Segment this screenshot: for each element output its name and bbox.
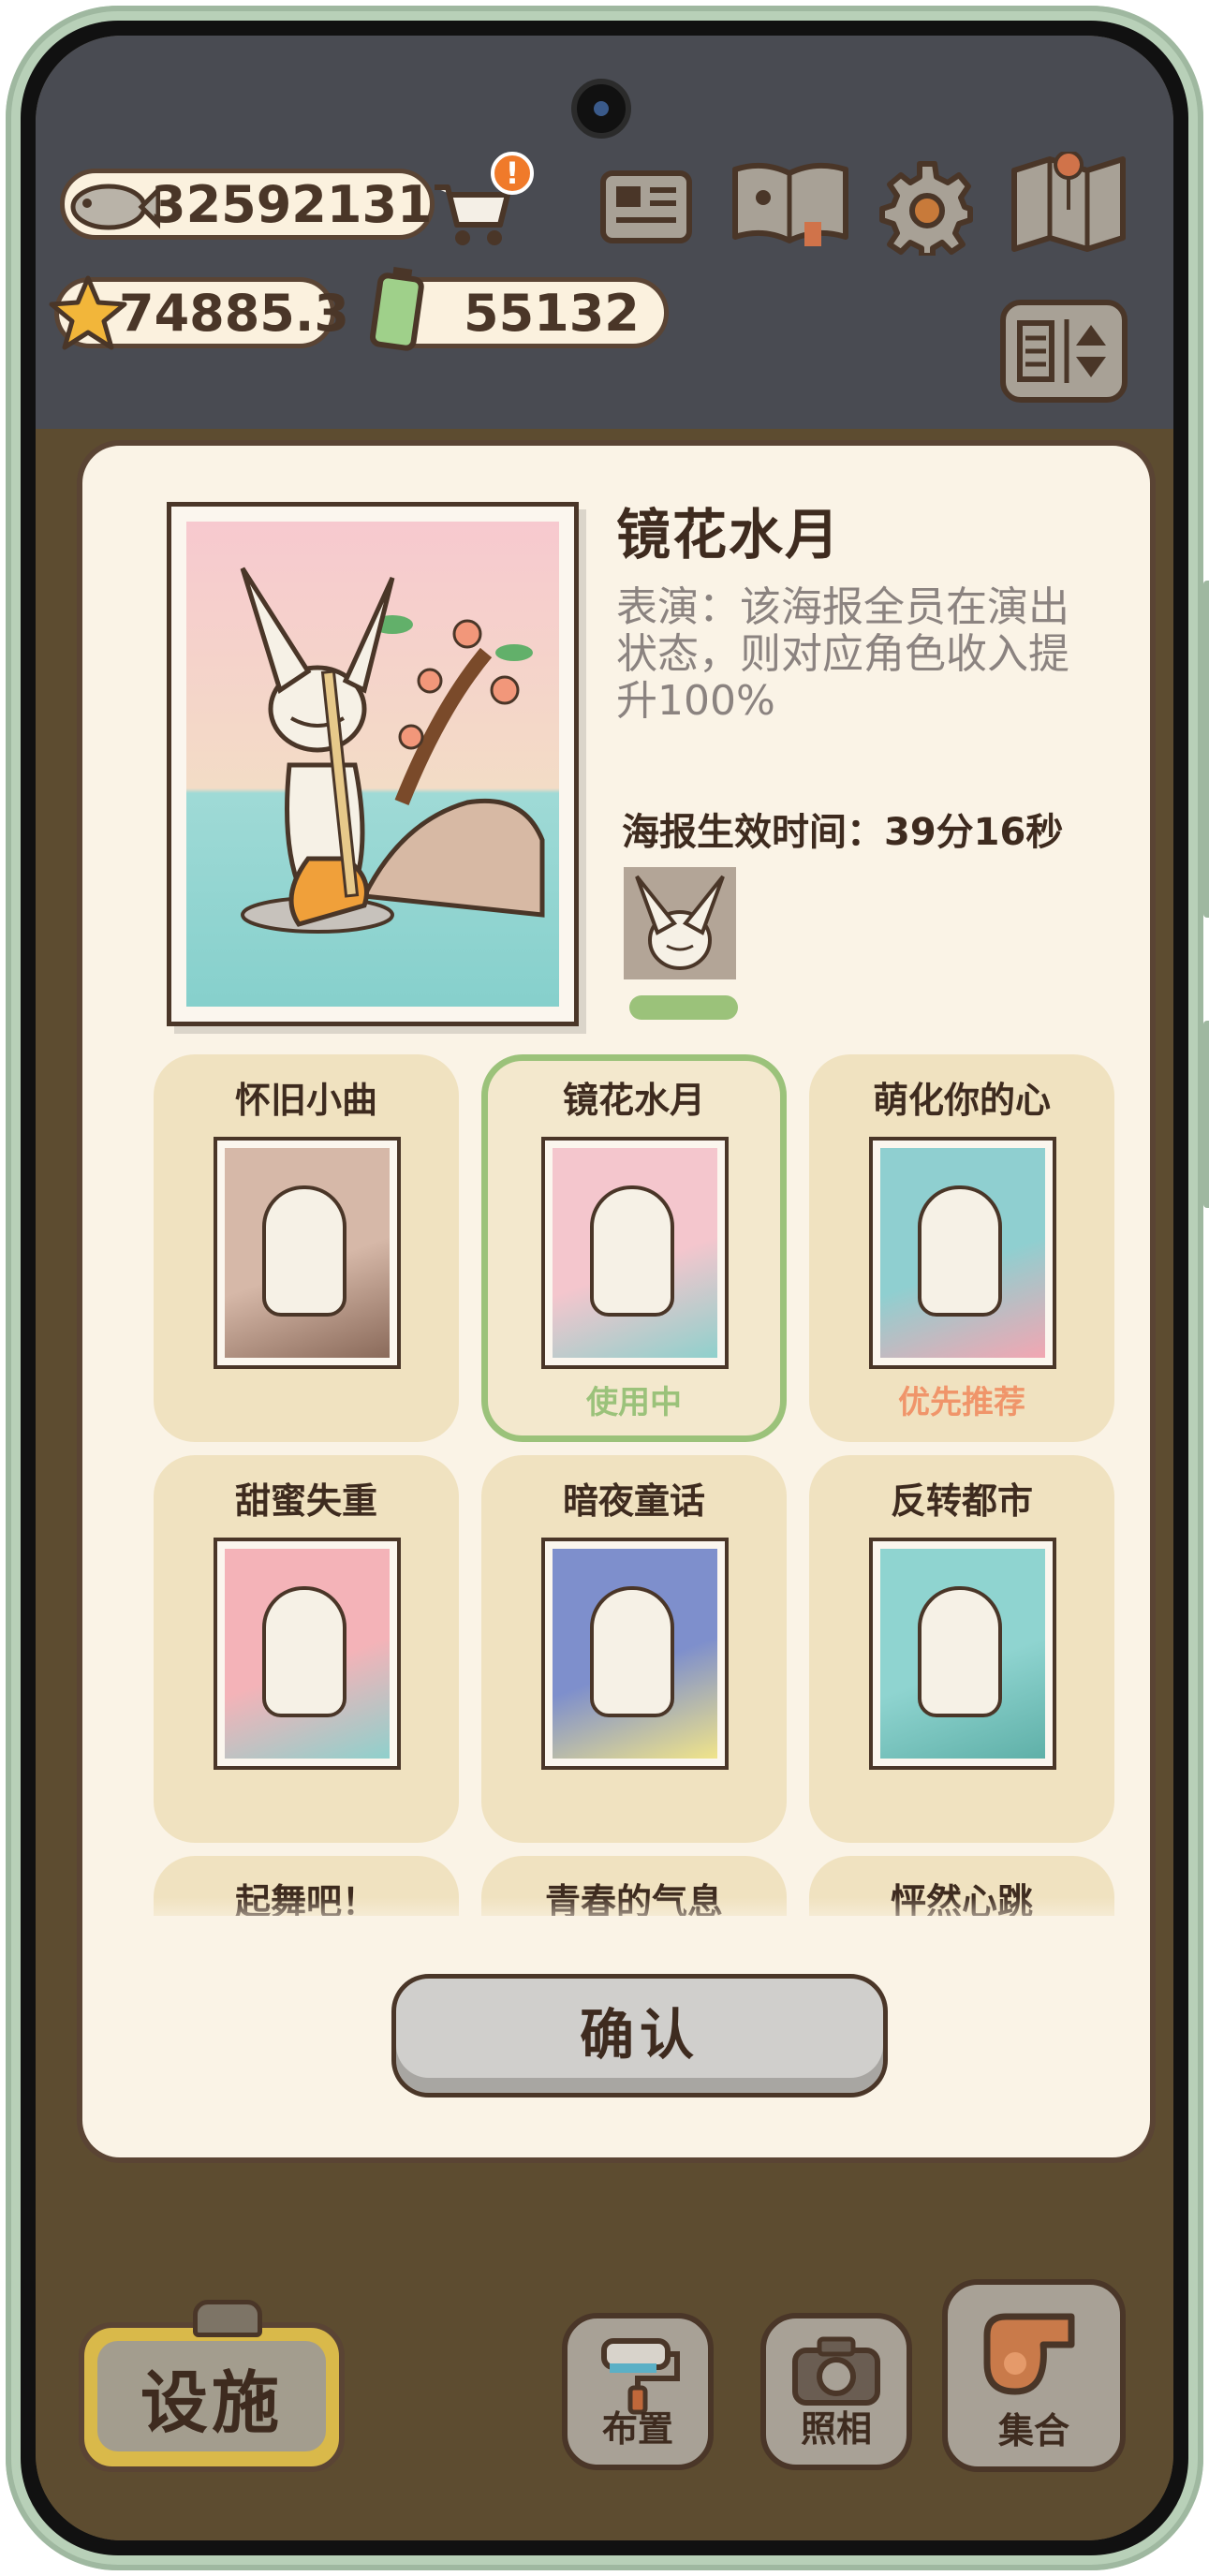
album-button[interactable] — [725, 152, 856, 255]
character-avatar — [624, 867, 736, 979]
layout-button[interactable]: 布置 — [562, 2313, 714, 2470]
poster-thumbnail — [541, 1137, 729, 1369]
poster-thumbnail-art — [225, 1549, 390, 1759]
front-camera — [571, 79, 631, 139]
star-currency: 74885.3 — [49, 275, 349, 350]
poster-thumbnail-art — [553, 1148, 717, 1358]
poster-card-title: 反转都市 — [890, 1480, 1033, 1522]
poster-thumbnail — [214, 1137, 401, 1369]
newspaper-icon — [600, 170, 692, 243]
poster-thumbnail — [869, 1137, 1056, 1369]
poster-artwork — [186, 522, 559, 1007]
poster-card[interactable]: 暗夜童话 — [481, 1455, 787, 1843]
notification-badge: ! — [491, 152, 534, 195]
star-icon — [49, 275, 127, 350]
poster-card[interactable]: 怀旧小曲 — [154, 1054, 459, 1442]
power-button — [1203, 1021, 1209, 1208]
fish-icon — [70, 184, 160, 230]
poster-card-title: 暗夜童话 — [562, 1480, 705, 1522]
photo-button[interactable]: 照相 — [760, 2313, 912, 2470]
poster-effect-description: 表演：该海报全员在演出状态，则对应角色收入提升100% — [616, 583, 1069, 725]
newspaper-button[interactable] — [590, 155, 702, 258]
star-count: 74885.3 — [119, 284, 349, 343]
character-status-bar — [629, 995, 738, 1020]
settings-button[interactable] — [871, 155, 983, 258]
poster-thumbnail — [214, 1538, 401, 1770]
poster-card[interactable]: 反转都市 — [809, 1455, 1114, 1843]
gear-icon — [879, 161, 973, 256]
poster-card-title: 怀旧小曲 — [234, 1080, 377, 1121]
album-book-icon — [732, 162, 848, 246]
layout-label: 布置 — [601, 2408, 673, 2450]
camera-icon — [792, 2336, 880, 2406]
gather-button[interactable]: 集合 — [942, 2279, 1126, 2472]
poster-thumbnail-art — [880, 1549, 1045, 1759]
battery-count: 55132 — [464, 284, 640, 343]
character-figure — [918, 1586, 1002, 1717]
clipboard-clip-icon — [193, 2300, 262, 2337]
whistle-icon — [983, 2313, 1075, 2395]
poster-thumbnail-art — [880, 1148, 1045, 1358]
shop-cart-button[interactable]: ! — [425, 152, 534, 258]
gather-label: 集合 — [997, 2410, 1069, 2451]
confirm-button[interactable]: 确认 — [391, 1974, 888, 2098]
character-figure — [918, 1185, 1002, 1317]
poster-card-title: 甜蜜失重 — [234, 1480, 377, 1522]
poster-card[interactable]: 甜蜜失重 — [154, 1455, 459, 1843]
sort-toggle-button[interactable] — [1000, 300, 1128, 403]
character-figure — [262, 1185, 346, 1317]
battery-icon — [369, 267, 424, 351]
poster-card-status: 优先推荐 — [898, 1384, 1025, 1421]
poster-thumbnail — [541, 1538, 729, 1770]
volume-button — [1203, 581, 1209, 918]
poster-card-title: 镜花水月 — [562, 1080, 705, 1121]
poster-dialog: 镜花水月 表演：该海报全员在演出状态，则对应角色收入提升100% 海报生效时间：… — [77, 440, 1156, 2163]
poster-thumbnail — [869, 1538, 1056, 1770]
poster-timer: 海报生效时间：39分16秒 — [622, 811, 1064, 854]
character-figure — [262, 1586, 346, 1717]
character-figure — [590, 1185, 674, 1317]
map-button[interactable] — [1006, 152, 1131, 255]
poster-card[interactable]: 镜花水月 使用中 — [481, 1054, 787, 1442]
poster-thumbnail-art — [225, 1148, 390, 1358]
game-screen: 32592131 ! 74885.3 55132 镜花水月 表演：该海报全员在演… — [36, 36, 1173, 2540]
facility-button[interactable]: 设施 — [79, 2300, 345, 2472]
sort-toggle-icon — [1017, 319, 1106, 383]
poster-grid: 怀旧小曲镜花水月使用中萌化你的心优先推荐甜蜜失重暗夜童话反转都市起舞吧！青春的气… — [154, 1054, 1137, 1916]
map-icon — [1011, 152, 1126, 252]
facility-label: 设施 — [97, 2341, 326, 2451]
poster-thumbnail-art — [553, 1549, 717, 1759]
fish-currency: 32592131 — [60, 169, 435, 240]
poster-title: 镜花水月 — [616, 503, 842, 567]
grid-fade — [154, 1897, 1137, 1935]
photo-label: 照相 — [800, 2408, 872, 2450]
poster-card-status: 使用中 — [586, 1384, 682, 1421]
poster-card-title: 萌化你的心 — [872, 1080, 1051, 1121]
fish-count: 32592131 — [151, 175, 433, 234]
character-figure — [590, 1586, 674, 1717]
selected-poster-preview — [167, 502, 579, 1026]
poster-card[interactable]: 萌化你的心 优先推荐 — [809, 1054, 1114, 1442]
fennec-poster-illustration — [186, 522, 559, 1007]
